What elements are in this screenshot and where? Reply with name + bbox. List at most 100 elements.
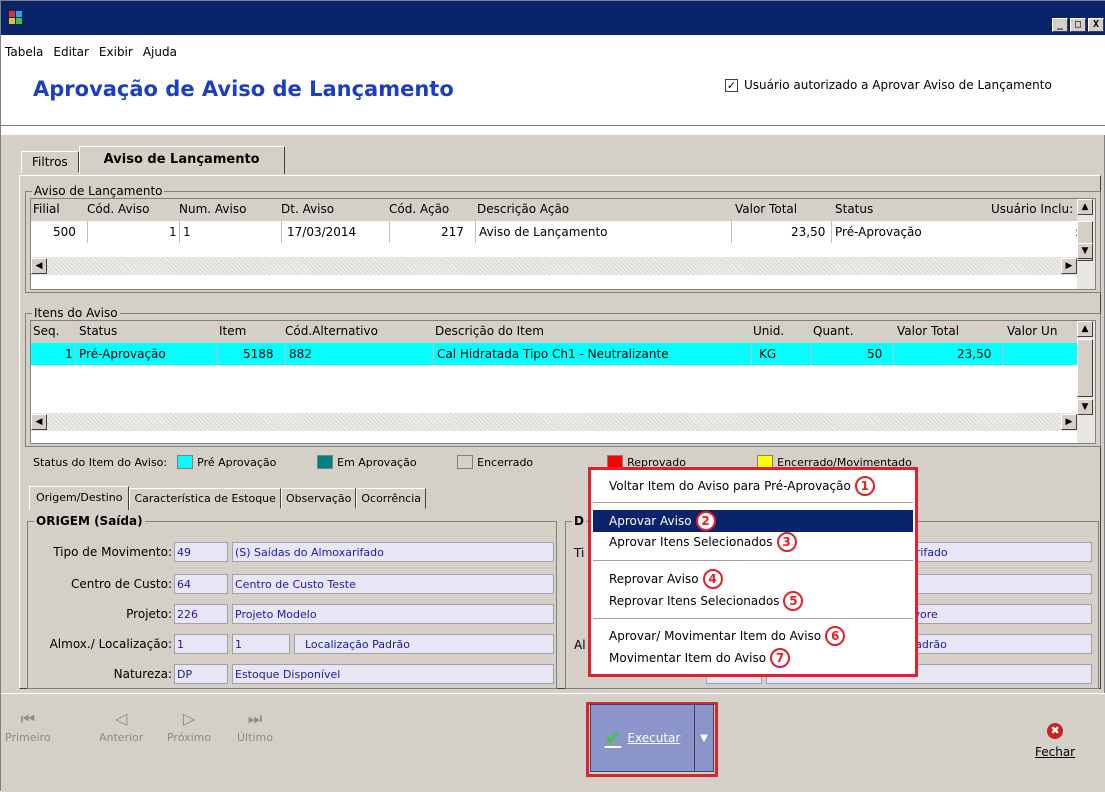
proximo-button[interactable]: ▷ Próximo	[167, 707, 211, 744]
chevron-down-icon[interactable]: ▼	[695, 733, 713, 744]
tab-observacao[interactable]: Observação	[280, 488, 357, 509]
scroll-right-icon[interactable]: ▶	[1061, 414, 1077, 430]
fechar-button[interactable]: ✖ Fechar	[1035, 723, 1075, 759]
col-dt-aviso[interactable]: Dt. Aviso	[281, 202, 334, 216]
app-icon	[9, 11, 23, 25]
legend-encerrado: Encerrado	[477, 455, 534, 469]
cell-cod-aviso: 1	[169, 225, 177, 239]
first-record-icon: ⏮	[20, 709, 35, 728]
col-item[interactable]: Item	[219, 324, 246, 338]
destino-legend: D	[572, 514, 586, 528]
col-num-aviso[interactable]: Num. Aviso	[179, 202, 246, 216]
scroll-right-icon[interactable]: ▶	[1061, 258, 1077, 274]
callout-5: 5	[783, 591, 804, 611]
col-cod-aviso[interactable]: Cód. Aviso	[87, 202, 150, 216]
auth-checkbox-row[interactable]: ✓ Usuário autorizado a Aprovar Aviso de …	[725, 78, 1052, 92]
close-window-button[interactable]: X	[1088, 18, 1104, 32]
tipo-movimento-desc[interactable]: (S) Saídas do Almoxarifado	[232, 542, 554, 562]
scroll-down-icon[interactable]: ▼	[1077, 399, 1093, 415]
executar-button[interactable]: ✔ Executar ▼	[590, 704, 714, 772]
col-filial[interactable]: Filial	[33, 202, 60, 216]
col-status[interactable]: Status	[835, 202, 873, 216]
menu-item-label: Reprovar Aviso	[609, 572, 699, 586]
col-descricao-item[interactable]: Descrição do Item	[435, 324, 544, 338]
menu-item-label: Voltar Item do Aviso para Pré-Aprovação	[609, 479, 851, 493]
menu-aprovar-aviso[interactable]: Aprovar Aviso 2	[609, 511, 716, 531]
tab-caracteristica-estoque[interactable]: Característica de Estoque	[129, 488, 281, 509]
itens-vscroll[interactable]: ▲ ▼	[1077, 321, 1095, 443]
natureza-row: Natureza: DP Estoque Disponível	[38, 664, 558, 684]
destino-projeto-desc[interactable]: rvore	[906, 604, 1092, 624]
tipo-movimento-label: Tipo de Movimento:	[53, 545, 172, 559]
ultimo-label: Último	[237, 731, 273, 744]
menu-exibir[interactable]: Exibir	[99, 45, 133, 59]
col-item-valor-total[interactable]: Valor Total	[897, 324, 959, 338]
aviso-hscroll[interactable]: ◀ ▶	[31, 257, 1077, 275]
maximize-button[interactable]: □	[1070, 18, 1086, 32]
menu-aprovar-itens[interactable]: Aprovar Itens Selecionados 3	[609, 532, 797, 552]
primeiro-label: Primeiro	[5, 731, 51, 744]
swatch-em-aprovacao	[317, 455, 334, 469]
scroll-up-icon[interactable]: ▲	[1077, 321, 1093, 337]
almox-code2[interactable]: 1	[232, 634, 290, 654]
almox-code[interactable]: 1	[174, 634, 228, 654]
col-seq[interactable]: Seq.	[33, 324, 59, 338]
ultimo-button[interactable]: ⏭ Último	[237, 707, 273, 744]
itens-row[interactable]: 1 Pré-Aprovação 5188 882 Cal Hidratada T…	[31, 343, 1077, 365]
col-usuario[interactable]: Usuário Inclu:	[991, 202, 1073, 216]
callout-6: 6	[825, 626, 846, 646]
destino-tipo-label: Ti	[574, 546, 585, 560]
swatch-pre-aprovacao	[177, 455, 194, 469]
destino-almox-desc[interactable]: Padrão	[906, 634, 1092, 654]
menu-aprovar-movimentar[interactable]: Aprovar/ Movimentar Item do Aviso 6	[609, 626, 846, 646]
minimize-button[interactable]: _	[1052, 18, 1068, 32]
anterior-button[interactable]: ◁ Anterior	[99, 707, 143, 744]
scroll-left-icon[interactable]: ◀	[31, 414, 47, 430]
menu-ajuda[interactable]: Ajuda	[143, 45, 177, 59]
menu-editar[interactable]: Editar	[53, 45, 89, 59]
menu-movimentar-item[interactable]: Movimentar Item do Aviso 7	[609, 648, 791, 668]
tab-aviso-lancamento[interactable]: Aviso de Lançamento	[78, 146, 285, 174]
col-quant[interactable]: Quant.	[813, 324, 854, 338]
col-cod-alternativo[interactable]: Cód.Alternativo	[285, 324, 378, 338]
centro-custo-code[interactable]: 64	[174, 574, 228, 594]
col-unid[interactable]: Unid.	[753, 324, 784, 338]
tipo-movimento-code[interactable]: 49	[174, 542, 228, 562]
tab-ocorrencia[interactable]: Ocorrência	[356, 488, 427, 509]
aviso-group: Aviso de Lançamento Filial Cód. Aviso Nu…	[25, 184, 1101, 293]
itens-group-legend: Itens do Aviso	[32, 306, 120, 320]
col-item-status[interactable]: Status	[79, 324, 117, 338]
aviso-vscroll[interactable]: ▲ ▼	[1077, 199, 1095, 289]
aviso-row[interactable]: 500 1 1 17/03/2014 217 Aviso de Lançamen…	[31, 221, 1079, 243]
destino-centro-desc[interactable]: e	[906, 574, 1092, 594]
natureza-desc[interactable]: Estoque Disponível	[232, 664, 554, 684]
destino-tipo-desc[interactable]: arifado	[906, 542, 1092, 562]
menu-voltar-pre-aprovacao[interactable]: Voltar Item do Aviso para Pré-Aprovação …	[609, 476, 875, 496]
almox-desc[interactable]: Localização Padrão	[294, 634, 554, 654]
tab-filtros[interactable]: Filtros	[21, 151, 79, 173]
tab-origem-destino[interactable]: Origem/Destino	[29, 486, 130, 510]
col-valor-total[interactable]: Valor Total	[735, 202, 797, 216]
aviso-group-legend: Aviso de Lançamento	[32, 184, 165, 198]
col-valor-un[interactable]: Valor Un	[1007, 324, 1057, 338]
scroll-up-icon[interactable]: ▲	[1077, 199, 1093, 215]
status-legend-label: Status do Item do Aviso:	[33, 455, 168, 469]
menu-reprovar-itens[interactable]: Reprovar Itens Selecionados 5	[609, 591, 804, 611]
centro-custo-desc[interactable]: Centro de Custo Teste	[232, 574, 554, 594]
scroll-left-icon[interactable]: ◀	[31, 258, 47, 274]
menu-reprovar-aviso[interactable]: Reprovar Aviso 4	[609, 569, 723, 589]
natureza-code[interactable]: DP	[174, 664, 228, 684]
projeto-code[interactable]: 226	[174, 604, 228, 624]
checkbox-checked-icon[interactable]: ✓	[725, 78, 738, 92]
itens-hscroll[interactable]: ◀ ▶	[31, 413, 1077, 431]
primeiro-button[interactable]: ⏮ Primeiro	[5, 707, 51, 744]
legend-pre-aprovacao: Pré Aprovação	[197, 455, 277, 469]
menu-tabela[interactable]: Tabela	[5, 45, 43, 59]
projeto-desc[interactable]: Projeto Modelo	[232, 604, 554, 624]
callout-7: 7	[770, 648, 791, 668]
cell-status: Pré-Aprovação	[835, 225, 922, 239]
scroll-thumb[interactable]	[1077, 339, 1093, 397]
col-cod-acao[interactable]: Cód. Ação	[389, 202, 449, 216]
col-descricao-acao[interactable]: Descrição Ação	[477, 202, 569, 216]
scroll-down-icon[interactable]: ▼	[1077, 243, 1093, 259]
